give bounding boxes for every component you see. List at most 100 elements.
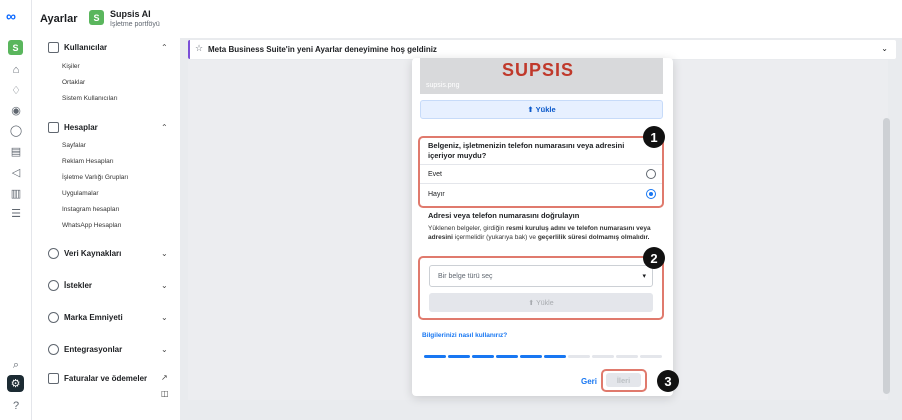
sidebar-item-pages[interactable]: Sayfalar [62,142,86,149]
chart-icon[interactable]: ▥ [8,185,24,201]
megaphone-icon[interactable]: ◁ [8,164,24,180]
chevron-down-icon[interactable]: ⌄ [881,44,888,53]
chevron-down-icon[interactable]: ⌄ [161,345,168,354]
sidebar-section-integrations[interactable]: Entegrasyonlar [48,344,122,355]
progress-segment [496,355,518,358]
help-link[interactable]: Bilgilerinizi nasıl kullanırız? [422,332,507,339]
data-sources-icon [48,248,59,259]
sidebar-section-brand-safety[interactable]: Marka Emniyeti [48,312,123,323]
sidebar-section-users[interactable]: Kullanıcılar [48,42,107,53]
collapse-panel-icon[interactable]: ◫ [161,389,169,398]
select-placeholder: Bir belge türü seç [438,273,493,280]
annotation-badge-1: 1 [643,126,665,148]
sidebar-item-apps[interactable]: Uygulamalar [62,190,99,197]
welcome-banner[interactable]: ☆ Meta Business Suite'in yeni Ayarlar de… [188,40,896,59]
business-name[interactable]: Supsis AI [110,9,151,19]
sidebar-section-requests[interactable]: İstekler [48,280,92,291]
settings-sidebar: Kullanıcılar ⌃ Kişiler Ortaklar Sistem K… [32,38,180,420]
sidebar-section-label: Faturalar ve ödemeler [64,374,148,383]
next-highlight: İleri [601,369,647,392]
radio-no[interactable] [646,189,656,199]
progress-segment [640,355,662,358]
question-highlight: Belgeniz, işletmenizin telefon numarasın… [418,136,664,208]
progress-segment [592,355,614,358]
sidebar-section-label: Hesaplar [64,123,98,132]
chevron-down-icon[interactable]: ⌄ [161,313,168,322]
annotation-badge-2: 2 [643,247,665,269]
question-title: Belgeniz, işletmenizin telefon numarasın… [428,141,625,160]
page-title: Ayarlar [40,13,78,25]
progress-segment [568,355,590,358]
search-icon[interactable]: ⌕ [8,357,24,373]
help-icon[interactable]: ? [8,398,24,414]
scrollbar[interactable] [883,118,890,394]
sidebar-item-partners[interactable]: Ortaklar [62,79,85,86]
divider [420,183,662,184]
gear-icon[interactable]: ⚙ [7,375,24,392]
document-type-select[interactable]: Bir belge türü seç ▾ [429,265,653,287]
progress-segment [520,355,542,358]
progress-segment [424,355,446,358]
radio-yes[interactable] [646,169,656,179]
document-highlight: Bir belge türü seç ▾ ⬆ Yükle [418,256,664,320]
chevron-down-icon[interactable]: ⌄ [161,281,168,290]
business-avatar-header[interactable]: S [89,10,104,25]
annotation-badge-3: 3 [657,370,679,392]
sidebar-item-whatsapp[interactable]: WhatsApp Hesapları [62,222,122,229]
top-bar: Ayarlar S Supsis AI İşletme portföyü [32,0,902,38]
sidebar-section-accounts[interactable]: Hesaplar [48,122,98,133]
preview-filename: supsis.png [426,82,460,89]
sidebar-item-asset-groups[interactable]: İşletme Varlığı Grupları [62,174,128,181]
verify-description: Yüklenen belgeler, girdiğin resmi kurulu… [428,225,651,241]
business-subtitle: İşletme portföyü [110,21,160,28]
banner-text: Meta Business Suite'in yeni Ayarlar dene… [208,45,437,54]
chevron-up-icon[interactable]: ⌃ [161,43,168,52]
document-preview: SUPSIS supsis.png [420,58,663,94]
caret-down-icon: ▾ [642,273,646,280]
sidebar-section-billing[interactable]: Faturalar ve ödemeler [48,373,147,384]
progress-segment [544,355,566,358]
progress-segment [448,355,470,358]
upload-button[interactable]: ⬆ Yükle [420,100,663,119]
external-link-icon[interactable]: ↗ [161,373,168,382]
global-nav-rail: ∞ S ⌂ ♢ ◉ ◯ ▤ ◁ ▥ ☰ ⌕ ⚙ ? [0,0,32,420]
verify-title: Adresi veya telefon numarasını doğrulayı… [428,211,580,220]
progress-steps [424,355,662,358]
bank-icon [48,373,59,384]
chevron-down-icon[interactable]: ⌄ [161,249,168,258]
users-icon [48,42,59,53]
chat-icon[interactable]: ◯ [8,122,24,138]
sidebar-item-ad-accounts[interactable]: Reklam Hesapları [62,158,114,165]
accounts-icon [48,122,59,133]
sidebar-item-people[interactable]: Kişiler [62,63,80,70]
verification-modal: SUPSIS supsis.png ⬆ Yükle Belgeniz, işle… [412,58,673,396]
option-no-label[interactable]: Hayır [428,191,445,198]
next-button[interactable]: İleri [606,373,641,387]
requests-icon [48,280,59,291]
divider [420,164,662,165]
sidebar-section-label: Entegrasyonlar [64,345,123,354]
business-avatar[interactable]: S [8,40,23,55]
sidebar-item-system-users[interactable]: Sistem Kullanıcıları [62,95,118,102]
star-icon: ☆ [195,43,204,53]
sidebar-item-instagram[interactable]: Instagram hesapları [62,206,119,213]
bell-icon[interactable]: ♢ [8,82,24,98]
home-icon[interactable]: ⌂ [8,62,24,78]
upload-disabled-button[interactable]: ⬆ Yükle [429,293,653,312]
option-yes-label[interactable]: Evet [428,171,442,178]
posts-icon[interactable]: ▤ [8,143,24,159]
sidebar-section-label: İstekler [64,281,93,290]
menu-icon[interactable]: ☰ [8,205,24,221]
progress-segment [616,355,638,358]
sidebar-section-data-sources[interactable]: Veri Kaynakları [48,248,121,259]
sidebar-section-label: Veri Kaynakları [64,249,122,258]
back-button[interactable]: Geri [581,377,597,386]
chevron-up-icon[interactable]: ⌃ [161,123,168,132]
shield-icon [48,312,59,323]
preview-logo: SUPSIS [502,60,575,80]
integrations-icon [48,344,59,355]
meta-logo-icon[interactable]: ∞ [6,9,26,23]
sidebar-section-label: Marka Emniyeti [64,313,123,322]
compass-icon[interactable]: ◉ [8,102,24,118]
progress-segment [472,355,494,358]
